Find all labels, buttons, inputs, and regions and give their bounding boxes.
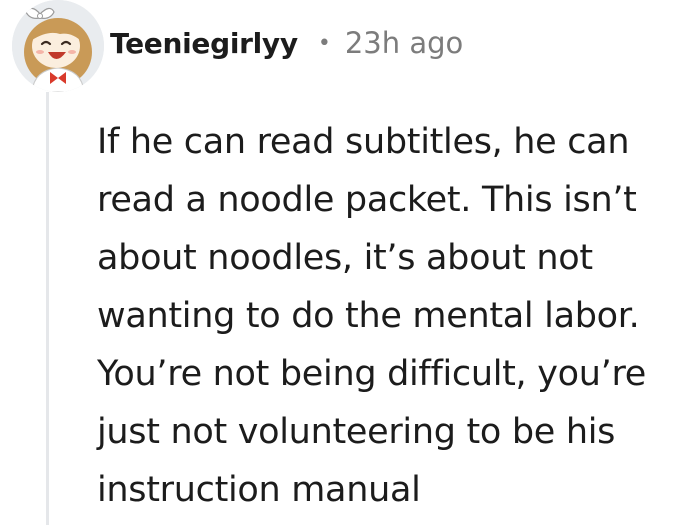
- comment-line: wanting to do the mental labor.: [97, 296, 640, 336]
- comment-line: about noodles, it’s about not: [97, 238, 593, 278]
- cartoon-girl-avatar-icon: [12, 0, 104, 92]
- username[interactable]: Teeniegirlyy: [110, 27, 298, 60]
- separator-dot: •: [317, 30, 331, 56]
- comment-line: If he can read subtitles, he can: [97, 122, 630, 162]
- comment-body: If he can read subtitles, he can read a …: [97, 113, 697, 519]
- comment-header: Teeniegirlyy • 23h ago: [110, 18, 463, 68]
- comment-line: just not volunteering to be his: [97, 412, 616, 452]
- comment-line: read a noodle packet. This isn’t: [97, 180, 637, 220]
- thread-line[interactable]: [46, 92, 49, 525]
- timestamp[interactable]: 23h ago: [345, 26, 463, 60]
- comment-line: You’re not being difficult, you’re: [97, 354, 646, 394]
- comment-line: instruction manual: [97, 470, 421, 510]
- avatar[interactable]: [12, 0, 104, 92]
